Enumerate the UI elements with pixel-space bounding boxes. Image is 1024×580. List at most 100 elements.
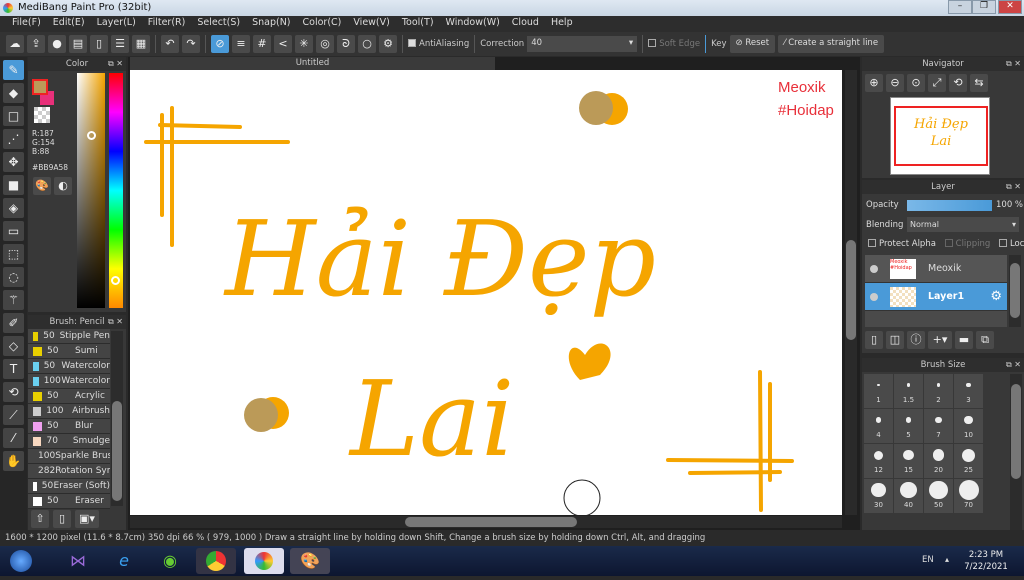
soft-edge-checkbox[interactable]: Soft Edge — [648, 39, 700, 49]
snap-cross-icon[interactable]: # — [253, 35, 271, 53]
brush-size-cell[interactable]: 3 — [954, 374, 983, 408]
create-straight-line-button[interactable]: ⁄ Create a straight line — [778, 35, 885, 53]
paint-icon[interactable]: 🎨 — [290, 548, 330, 574]
saturation-value-picker[interactable] — [77, 73, 105, 308]
menu-layer[interactable]: Layer(L) — [91, 16, 142, 32]
folder-icon[interactable]: ▬ — [955, 331, 973, 349]
dot-tool-icon[interactable]: ⋰ — [3, 129, 24, 149]
merge-layer-icon[interactable]: ⧉ — [976, 331, 994, 349]
horizontal-scrollbar[interactable] — [130, 516, 842, 528]
vertical-scrollbar[interactable] — [845, 70, 857, 515]
primary-color-swatch[interactable] — [32, 79, 48, 95]
undo-icon[interactable]: ↶ — [161, 35, 179, 53]
brush-size-cell[interactable]: 30 — [864, 479, 893, 513]
gradient-tool-icon[interactable]: ▭ — [3, 221, 24, 241]
snap-ellipse-icon[interactable]: ○ — [358, 35, 376, 53]
brush-size-cell[interactable]: 7 — [924, 409, 953, 443]
transparent-color-swatch[interactable] — [34, 107, 50, 123]
sv-picker-handle[interactable] — [87, 131, 96, 140]
zoom-actual-icon[interactable]: ⊙ — [907, 74, 925, 92]
zoom-in-icon[interactable]: ⊕ — [865, 74, 883, 92]
panel-popout-close-icon[interactable]: ⧉ ✕ — [108, 57, 123, 71]
blending-select[interactable]: Normal ▾ — [907, 217, 1019, 232]
snap-settings-icon[interactable]: ⚙ — [379, 35, 397, 53]
brush-size-scrollbar[interactable] — [1010, 374, 1022, 530]
redo-icon[interactable]: ↷ — [182, 35, 200, 53]
shape-tool-icon[interactable]: □ — [3, 106, 24, 126]
move-tool-icon[interactable]: ✥ — [3, 152, 24, 172]
internet-explorer-icon[interactable]: e — [104, 548, 144, 574]
protect-alpha-checkbox[interactable]: Protect Alpha — [868, 239, 936, 249]
brush-item[interactable]: 50 Sumi — [28, 344, 110, 359]
menu-tool[interactable]: Tool(T) — [396, 16, 440, 32]
duplicate-layer-icon[interactable]: ◫ — [886, 331, 904, 349]
comment-icon[interactable]: ● — [48, 35, 66, 53]
drawing-canvas[interactable]: Hải Đẹp Lai Meoxik #Hoidap — [130, 70, 842, 515]
document-icon[interactable]: ▯ — [90, 35, 108, 53]
visual-studio-icon[interactable]: ⋈ — [58, 548, 98, 574]
reset-button[interactable]: ⊘ Reset — [729, 35, 776, 53]
snap-radial-icon[interactable]: ✳ — [295, 35, 313, 53]
chrome-icon[interactable] — [196, 548, 236, 574]
brush-size-cell[interactable]: 1.5 — [894, 374, 923, 408]
brush-item[interactable]: 50 Eraser (Soft) — [28, 479, 110, 494]
clock[interactable]: 2:23 PM 7/22/2021 — [960, 549, 1012, 573]
text-tool-icon[interactable]: T — [3, 359, 24, 379]
fill-rect-tool-icon[interactable]: ■ — [3, 175, 24, 195]
coccoc-icon[interactable]: ◉ — [150, 548, 190, 574]
brush-size-cell[interactable]: 5 — [894, 409, 923, 443]
add-brush-icon[interactable]: ▯ — [53, 510, 71, 528]
clipping-checkbox[interactable]: Clipping — [944, 239, 990, 249]
menu-help[interactable]: Help — [545, 16, 579, 32]
navigator-preview[interactable]: Hải Đẹp Lai — [890, 97, 990, 175]
menu-file[interactable]: File(F) — [6, 16, 47, 32]
close-button[interactable]: ✕ — [998, 0, 1022, 14]
magic-wand-tool-icon[interactable]: ⚚ — [3, 290, 24, 310]
snap-parallel-icon[interactable]: ≡ — [232, 35, 250, 53]
brush-size-cell[interactable]: 50 — [924, 479, 953, 513]
visibility-icon[interactable] — [870, 264, 878, 273]
tab-untitled[interactable]: Untitled — [130, 57, 495, 70]
select-pen-tool-icon[interactable]: ✐ — [3, 313, 24, 333]
brush-item[interactable]: 50 Watercolor — [28, 359, 110, 374]
menu-view[interactable]: View(V) — [347, 16, 395, 32]
tray-chevron-icon[interactable]: ▴ — [945, 555, 949, 564]
layer-info-icon[interactable]: ⓘ — [907, 331, 925, 349]
menu-edit[interactable]: Edit(E) — [47, 16, 91, 32]
brush-item[interactable]: 70 Smudge — [28, 434, 110, 449]
menu-cloud[interactable]: Cloud — [506, 16, 545, 32]
snap-vanish-icon[interactable]: < — [274, 35, 292, 53]
brush-size-cell[interactable]: 40 — [894, 479, 923, 513]
panel-popout-close-icon[interactable]: ⧉ ✕ — [1006, 358, 1021, 372]
hue-handle[interactable] — [111, 276, 120, 285]
antialiasing-checkbox[interactable]: AntiAliasing — [408, 39, 469, 49]
brush-size-cell[interactable]: 25 — [954, 444, 983, 478]
eyedropper-tool-icon[interactable]: ⁄ — [3, 428, 24, 448]
brush-list-scrollbar[interactable] — [111, 331, 123, 506]
brush-size-cell[interactable]: 15 — [894, 444, 923, 478]
brush-size-cell[interactable]: 12 — [864, 444, 893, 478]
menu-color[interactable]: Color(C) — [297, 16, 348, 32]
snap-circle-icon[interactable]: ◎ — [316, 35, 334, 53]
select-eraser-tool-icon[interactable]: ◇ — [3, 336, 24, 356]
brush-menu-icon[interactable]: ▣▾ — [75, 510, 99, 528]
brush-size-cell[interactable]: 20 — [924, 444, 953, 478]
lock-checkbox[interactable]: Lock — [998, 239, 1024, 249]
snap-curve-icon[interactable]: ᘐ — [337, 35, 355, 53]
divide-tool-icon[interactable]: ⟋ — [3, 405, 24, 425]
rotate-icon[interactable]: ⟲ — [949, 74, 967, 92]
gear-icon[interactable]: ⚙ — [990, 289, 1002, 304]
operation-tool-icon[interactable]: ⟲ — [3, 382, 24, 402]
snap-off-icon[interactable]: ⊘ — [211, 35, 229, 53]
share-icon[interactable]: ⇪ — [27, 35, 45, 53]
brush-size-cell[interactable]: 2 — [924, 374, 953, 408]
start-button[interactable] — [2, 548, 40, 574]
zoom-out-icon[interactable]: ⊖ — [886, 74, 904, 92]
brush-size-cell[interactable]: 1 — [864, 374, 893, 408]
bucket-tool-icon[interactable]: ◈ — [3, 198, 24, 218]
layer-row-meoxik[interactable]: Meoxik #Hoidap Meoxik — [865, 255, 1007, 283]
message-icon[interactable]: ▤ — [69, 35, 87, 53]
cloud-icon[interactable]: ☁ — [6, 35, 24, 53]
layer-row-layer1[interactable]: Layer1 ⚙ — [865, 283, 1007, 311]
brush-item[interactable]: 100Sparkle Brush — [28, 449, 110, 464]
